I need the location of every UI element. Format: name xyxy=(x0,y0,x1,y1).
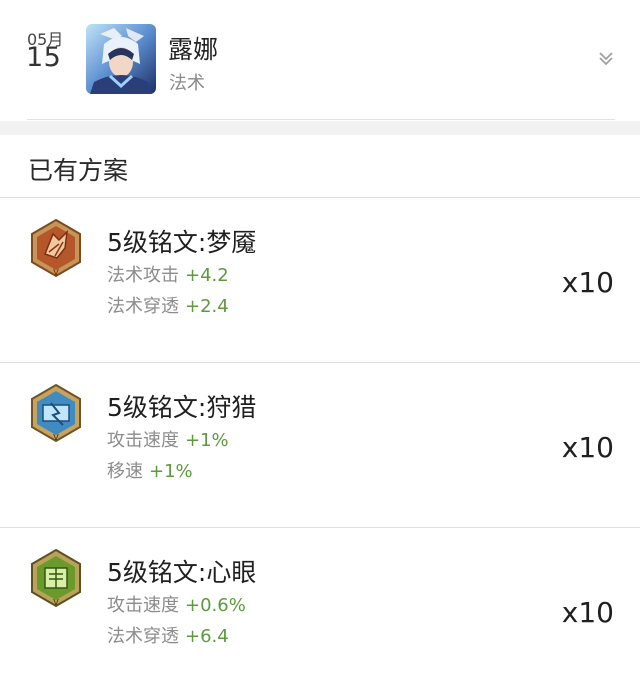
stat-bonus: +1% xyxy=(185,430,229,451)
chevron-down-icon[interactable] xyxy=(596,50,616,68)
section-gap xyxy=(0,121,640,135)
stat-bonus: +2.4 xyxy=(185,296,229,317)
rune-item[interactable]: V 5级铭文:梦魇 法术攻击 +4.2 法术穿透 +2.4 x10 xyxy=(0,198,640,363)
rune-stat: 攻击速度 +1% xyxy=(107,426,229,452)
rune-stat: 法术穿透 +2.4 xyxy=(107,292,229,318)
rune-name: 5级铭文:梦魇 xyxy=(107,228,257,257)
hero-avatar[interactable] xyxy=(86,24,156,94)
svg-text:V: V xyxy=(53,268,59,277)
svg-text:V: V xyxy=(53,433,59,442)
stat-label: 法术攻击 xyxy=(107,265,179,286)
rune-item[interactable]: V 5级铭文:心眼 攻击速度 +0.6% 法术穿透 +6.4 x10 xyxy=(0,528,640,682)
rune-stat: 移速 +1% xyxy=(107,457,193,483)
stat-label: 攻击速度 xyxy=(107,430,179,451)
stat-bonus: +0.6% xyxy=(185,595,246,616)
stat-label: 法术穿透 xyxy=(107,296,179,317)
stat-label: 法术穿透 xyxy=(107,626,179,647)
hero-role: 法术 xyxy=(169,73,205,94)
stat-bonus: +4.2 xyxy=(185,265,229,286)
rune-stat: 攻击速度 +0.6% xyxy=(107,591,246,617)
hero-name: 露娜 xyxy=(168,35,219,64)
blue-rune-icon: V xyxy=(29,383,83,445)
rune-stat: 法术攻击 +4.2 xyxy=(107,261,229,287)
stat-label: 攻击速度 xyxy=(107,595,179,616)
green-rune-icon: V xyxy=(29,548,83,610)
rune-stat: 法术穿透 +6.4 xyxy=(107,622,229,648)
rune-name: 5级铭文:狩猎 xyxy=(107,393,257,422)
red-rune-icon: V xyxy=(29,218,83,280)
stat-label: 移速 xyxy=(107,461,143,482)
hero-header[interactable]: 05月 15 露娜 法术 xyxy=(0,0,640,120)
stat-bonus: +1% xyxy=(149,461,193,482)
header-divider xyxy=(27,119,615,120)
rune-name: 5级铭文:心眼 xyxy=(107,558,257,587)
rune-count: x10 xyxy=(561,431,614,464)
stat-bonus: +6.4 xyxy=(185,626,229,647)
svg-text:V: V xyxy=(53,598,59,607)
section-title: 已有方案 xyxy=(28,156,129,185)
rune-item[interactable]: V 5级铭文:狩猎 攻击速度 +1% 移速 +1% x10 xyxy=(0,363,640,528)
rune-count: x10 xyxy=(561,596,614,629)
rune-count: x10 xyxy=(561,266,614,299)
date-day: 15 xyxy=(26,42,62,73)
